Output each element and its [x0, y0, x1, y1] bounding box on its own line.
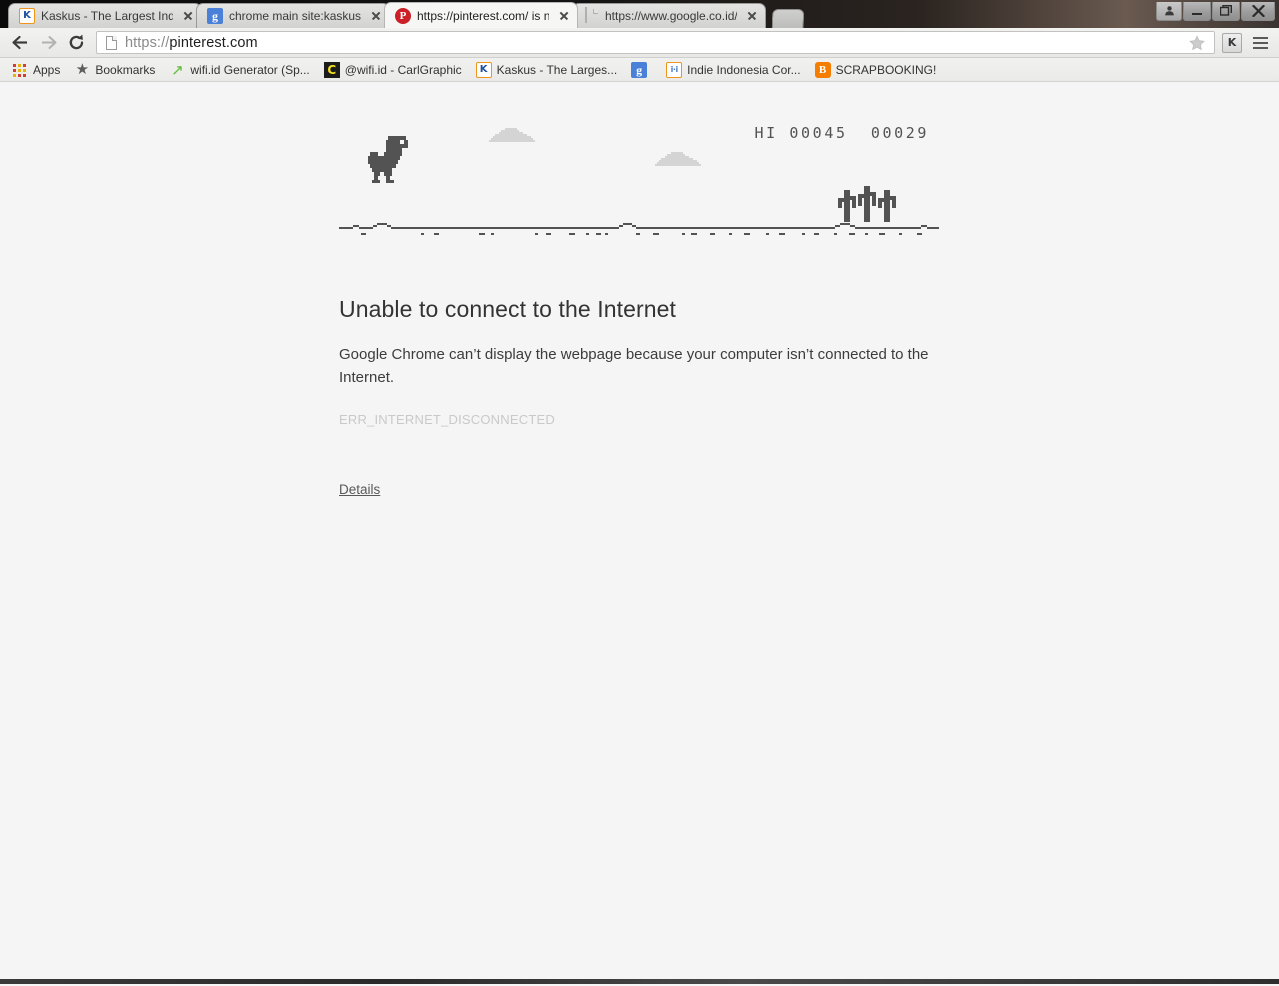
window-bottom-edge	[0, 979, 1279, 984]
bookmark-scrapbooking[interactable]: B SCRAPBOOKING!	[809, 60, 943, 80]
browser-toolbar: https://pinterest.com K	[0, 28, 1279, 58]
bookmark-bookmarks-folder[interactable]: ★ Bookmarks	[68, 60, 161, 80]
browser-tab[interactable]: https://www.google.co.id/	[572, 3, 766, 28]
tab-title: https://pinterest.com/ is n	[417, 8, 549, 23]
bookmark-star-icon[interactable]	[1184, 31, 1210, 55]
tab-strip: K Kaskus - The Largest Indo g chrome mai…	[0, 0, 1279, 28]
bookmark-label: SCRAPBOOKING!	[835, 62, 937, 77]
game-score: HI 00045 00029	[755, 124, 929, 142]
bookmark-label: Bookmarks	[95, 62, 156, 77]
tab-title: chrome main site:kaskus.c	[229, 9, 361, 23]
apps-grid-icon	[12, 62, 28, 78]
google-icon: g	[631, 61, 648, 78]
browser-tab[interactable]: g chrome main site:kaskus.c	[196, 3, 390, 28]
close-window-button[interactable]	[1241, 1, 1275, 21]
close-icon[interactable]	[557, 9, 571, 23]
green-arrow-icon: ↗	[171, 60, 184, 79]
url-host: pinterest.com	[169, 34, 258, 51]
bookmark-kaskus[interactable]: K Kaskus - The Larges...	[470, 60, 624, 80]
bookmark-label: Kaskus - The Larges...	[496, 62, 618, 77]
page-icon	[583, 7, 599, 24]
page-info-icon[interactable]	[105, 35, 119, 51]
close-icon[interactable]	[745, 9, 759, 23]
url-scheme: https://	[125, 34, 170, 51]
google-icon: g	[207, 8, 223, 24]
tab-title: https://www.google.co.id/	[605, 9, 737, 23]
bookmark-wifiid-carlgraphic[interactable]: C @wifi.id - CarlGraphic	[318, 60, 468, 80]
new-tab-button[interactable]	[771, 9, 805, 28]
dino-game[interactable]: HI 00045 00029	[339, 124, 939, 274]
bookmark-label: @wifi.id - CarlGraphic	[344, 62, 462, 77]
bookmark-label: wifi.id Generator (Sp...	[190, 62, 310, 77]
error-description: Google Chrome can’t display the webpage …	[339, 346, 929, 386]
bookmark-label: Apps	[33, 62, 61, 77]
back-button[interactable]	[6, 30, 34, 56]
minimize-button[interactable]	[1183, 1, 1211, 21]
kaskus-icon: K	[475, 61, 492, 78]
close-icon[interactable]	[369, 9, 383, 23]
close-icon[interactable]	[181, 9, 195, 23]
error-code: ERR_INTERNET_DISCONNECTED	[339, 412, 555, 427]
wifiid-icon: C	[323, 61, 340, 78]
cloud-icon	[655, 152, 701, 166]
extension-icon-k[interactable]: K	[1222, 32, 1242, 53]
chrome-menu-icon[interactable]	[1247, 31, 1273, 55]
blogger-icon: B	[814, 61, 831, 78]
high-score-value: 00045	[789, 124, 848, 142]
bookmark-label: Indie Indonesia Cor...	[687, 62, 801, 77]
cloud-icon	[489, 128, 535, 142]
ground-line	[339, 223, 939, 235]
tab-title: Kaskus - The Largest Indo	[41, 9, 173, 23]
current-score-value: 00029	[870, 124, 929, 142]
hi-label: HI	[754, 124, 778, 142]
indie-icon: i·i	[666, 61, 683, 78]
bookmark-google[interactable]: g	[625, 60, 658, 80]
star-icon: ★	[75, 60, 90, 78]
url-text[interactable]: https://pinterest.com	[125, 35, 1184, 51]
page-content: HI 00045 00029 Unable to connect to the …	[0, 82, 1279, 984]
bookmark-apps[interactable]: Apps	[6, 60, 66, 80]
address-bar[interactable]: https://pinterest.com	[96, 31, 1215, 54]
restore-button[interactable]	[1212, 1, 1240, 21]
user-switcher-button[interactable]	[1156, 1, 1182, 21]
bookmark-indie-indonesia[interactable]: i·i Indie Indonesia Cor...	[660, 60, 806, 80]
page-title: Unable to connect to the Internet	[339, 296, 677, 322]
browser-tab[interactable]: K Kaskus - The Largest Indo	[8, 3, 202, 28]
details-link[interactable]: Details	[339, 482, 380, 497]
window-controls	[1155, 0, 1275, 22]
bookmarks-bar: Apps ★ Bookmarks ↗ wifi.id Generator (Sp…	[0, 58, 1279, 82]
kaskus-icon: K	[19, 8, 35, 24]
reload-button[interactable]	[62, 30, 90, 56]
browser-tab-active[interactable]: P https://pinterest.com/ is n	[384, 2, 578, 28]
forward-button[interactable]	[34, 30, 62, 56]
pinterest-icon: P	[395, 7, 411, 24]
bookmark-wifiid-generator[interactable]: ↗ wifi.id Generator (Sp...	[163, 60, 315, 80]
error-page: HI 00045 00029 Unable to connect to the …	[339, 82, 939, 499]
dino-icon	[368, 136, 408, 184]
